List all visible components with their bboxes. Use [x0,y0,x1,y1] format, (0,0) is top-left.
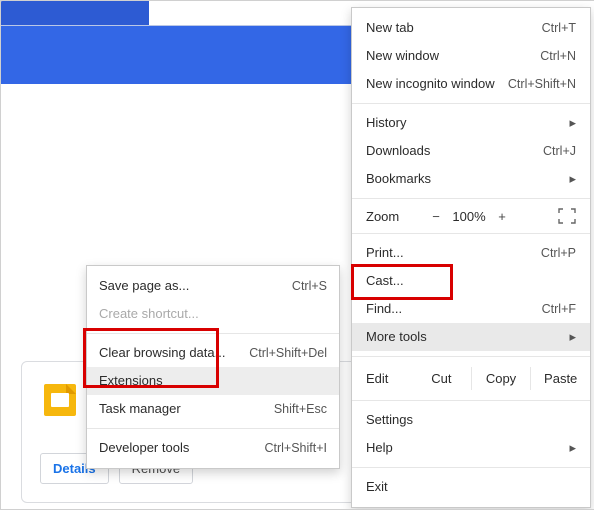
chevron-right-icon: ▸ [569,328,576,346]
menu-separator [352,467,590,468]
menu-separator [352,233,590,234]
edit-paste[interactable]: Paste [530,367,590,390]
menu-edit: Edit Cut Copy Paste [352,362,590,395]
menu-new-tab[interactable]: New tabCtrl+T [352,14,590,42]
submenu-extensions[interactable]: Extensions [87,367,339,395]
chevron-right-icon: ▸ [569,114,576,132]
submenu-create-shortcut: Create shortcut... [87,300,339,328]
menu-separator [352,400,590,401]
menu-separator [352,356,590,357]
menu-new-incognito[interactable]: New incognito windowCtrl+Shift+N [352,70,590,98]
menu-downloads[interactable]: DownloadsCtrl+J [352,137,590,165]
menu-bookmarks[interactable]: Bookmarks▸ [352,165,590,193]
menu-separator [352,103,590,104]
submenu-save-page[interactable]: Save page as...Ctrl+S [87,272,339,300]
edit-copy[interactable]: Copy [471,367,531,390]
menu-history[interactable]: History▸ [352,109,590,137]
zoom-out-button[interactable]: − [424,209,448,224]
menu-separator [87,428,339,429]
submenu-task-manager[interactable]: Task managerShift+Esc [87,395,339,423]
google-slides-icon [44,384,76,416]
browser-tab [1,1,149,25]
more-tools-submenu: Save page as...Ctrl+S Create shortcut...… [86,265,340,469]
fullscreen-icon[interactable] [558,208,580,224]
screenshot-stage: Details Remove New tabCtrl+T New windowC… [0,0,594,510]
header-bar [1,25,351,84]
menu-find[interactable]: Find...Ctrl+F [352,295,590,323]
menu-settings[interactable]: Settings [352,406,590,434]
menu-exit[interactable]: Exit [352,473,590,501]
zoom-in-button[interactable]: + [490,209,514,224]
extension-icon [44,384,76,416]
menu-zoom: Zoom − 100% + [352,204,590,228]
submenu-clear-data[interactable]: Clear browsing data...Ctrl+Shift+Del [87,339,339,367]
menu-help[interactable]: Help▸ [352,434,590,462]
menu-separator [87,333,339,334]
submenu-dev-tools[interactable]: Developer toolsCtrl+Shift+I [87,434,339,462]
menu-cast[interactable]: Cast... [352,267,590,295]
menu-more-tools[interactable]: More tools▸ [352,323,590,351]
menu-print[interactable]: Print...Ctrl+P [352,239,590,267]
chrome-main-menu: New tabCtrl+T New windowCtrl+N New incog… [351,7,591,508]
zoom-level: 100% [448,209,490,224]
menu-separator [352,198,590,199]
chevron-right-icon: ▸ [569,170,576,188]
menu-new-window[interactable]: New windowCtrl+N [352,42,590,70]
edit-cut[interactable]: Cut [412,367,471,390]
chevron-right-icon: ▸ [569,439,576,457]
